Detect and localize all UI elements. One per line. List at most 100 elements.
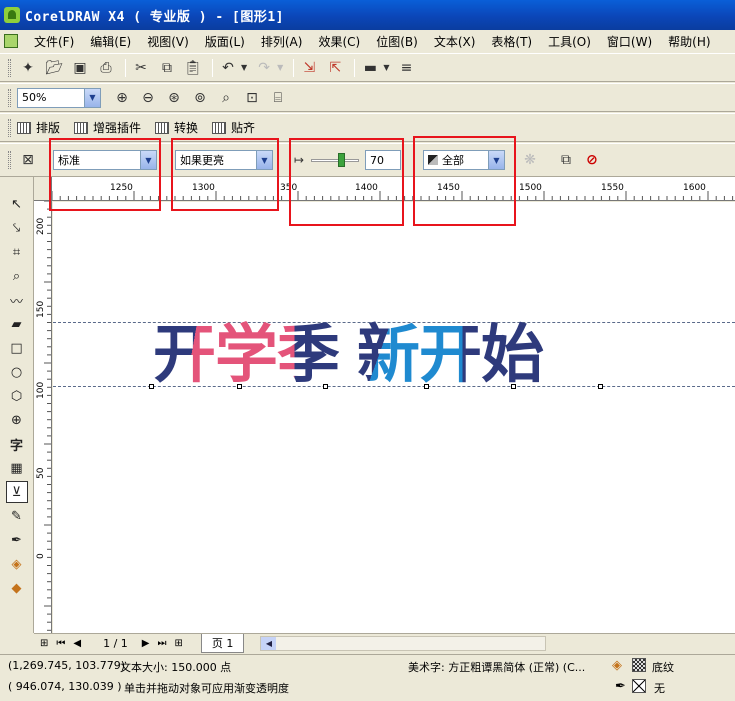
fill-tool-icon[interactable]: ◈ — [6, 553, 28, 575]
paste-icon[interactable]: 📋︎ — [182, 57, 204, 79]
menu-file[interactable]: 文件(F) — [34, 33, 74, 50]
text-tool-icon[interactable]: 字 — [6, 433, 28, 455]
export-icon[interactable]: ⇱ — [324, 57, 346, 79]
polygon-tool-icon[interactable]: ⬡ — [6, 385, 28, 407]
menu-bitmaps[interactable]: 位图(B) — [376, 33, 418, 50]
menu-arrange[interactable]: 排列(A) — [261, 33, 303, 50]
shape-tool-icon[interactable]: ⤥ — [6, 217, 28, 239]
enhance-plugin-icon — [74, 121, 89, 134]
redo-icon[interactable]: ↷ — [253, 57, 275, 79]
scroll-left-icon[interactable]: ◀ — [261, 637, 277, 650]
selection-handle[interactable] — [511, 384, 516, 389]
horizontal-scrollbar[interactable]: ◀ — [260, 636, 547, 651]
menu-table[interactable]: 表格(T) — [491, 33, 532, 50]
eyedropper-tool-icon[interactable]: ✎ — [6, 505, 28, 527]
redo-dropdown-icon[interactable]: ▼ — [277, 63, 283, 72]
document-icon[interactable] — [4, 34, 18, 48]
selection-handle[interactable] — [598, 384, 603, 389]
previous-page-icon[interactable]: ◀ — [73, 638, 81, 649]
application-launcher-icon[interactable]: ▬ — [359, 57, 381, 79]
toolbar-grip[interactable] — [8, 88, 11, 107]
menu-effects[interactable]: 效果(C) — [318, 33, 360, 50]
fill-label: 底纹 — [652, 661, 674, 674]
enhance-plugin-button[interactable]: 增强插件 — [74, 119, 141, 136]
toolbar-grip[interactable] — [8, 118, 11, 137]
open-folder-icon[interactable]: 📂︎ — [43, 57, 65, 79]
menu-view[interactable]: 视图(V) — [147, 33, 189, 50]
basic-shapes-tool-icon[interactable]: ⊕ — [6, 409, 28, 431]
menu-tools[interactable]: 工具(O) — [548, 33, 591, 50]
import-icon[interactable]: ⇲ — [298, 57, 320, 79]
next-page-icon[interactable]: ▶ — [142, 638, 150, 649]
crop-tool-icon[interactable]: ⌗ — [6, 241, 28, 263]
interactive-fill-tool-icon[interactable]: ◆ — [6, 577, 28, 599]
zoom-level-value: 50% — [22, 91, 47, 104]
selection-handle[interactable] — [149, 384, 154, 389]
ruler-label: 200 — [36, 217, 46, 235]
highlight-box — [171, 138, 279, 211]
zoom-out-icon[interactable]: ⊖ — [137, 87, 159, 109]
launcher-dropdown-icon[interactable]: ▼ — [383, 63, 389, 72]
fill-swatch[interactable] — [632, 658, 646, 672]
toolbar-separator — [354, 58, 356, 77]
selection-handle[interactable] — [237, 384, 242, 389]
zoom-tool-icon[interactable]: ⌕ — [6, 265, 28, 287]
add-page-before-icon[interactable]: ⊞ — [40, 638, 48, 649]
zoom-selected-icon[interactable]: ⊛ — [163, 87, 185, 109]
undo-icon[interactable]: ↶ — [217, 57, 239, 79]
ruler-label: 1600 — [683, 183, 706, 193]
zoom-page-height-icon[interactable]: ⌸ — [267, 87, 289, 109]
outline-tool-icon[interactable]: ✒ — [6, 529, 28, 551]
menu-edit[interactable]: 编辑(E) — [90, 33, 131, 50]
smart-fill-tool-icon[interactable]: ▰ — [6, 313, 28, 335]
new-document-icon[interactable]: ✦ — [17, 57, 39, 79]
menu-layout[interactable]: 版面(L) — [205, 33, 245, 50]
zoom-page-icon[interactable]: ⌕ — [215, 87, 237, 109]
typeset-button[interactable]: 排版 — [17, 119, 60, 136]
outline-swatch[interactable] — [632, 679, 646, 693]
selection-handle[interactable] — [323, 384, 328, 389]
clear-transparency-icon[interactable]: ⊘ — [581, 149, 603, 171]
transparency-tool-icon[interactable]: ⊻ — [5, 481, 28, 503]
text-size-info: 文本大小: 150.000 点 — [120, 661, 232, 674]
pick-tool-icon[interactable]: ↖ — [6, 193, 28, 215]
toolbar-grip[interactable] — [8, 151, 11, 169]
last-page-icon[interactable]: ⏭ — [158, 638, 167, 649]
print-icon[interactable]: ⎙ — [95, 57, 117, 79]
drawing-canvas[interactable]: 开学季 新开始 — [53, 202, 735, 633]
table-tool-icon[interactable]: ▦ — [6, 457, 28, 479]
cut-icon[interactable]: ✂ — [130, 57, 152, 79]
page-navigator: ⊞ ⏮ ◀ 1 / 1 ▶ ⏭ ⊞ 页 1 ◀ — [34, 633, 735, 653]
freeze-icon[interactable]: ❋ — [519, 149, 541, 171]
menu-window[interactable]: 窗口(W) — [607, 33, 652, 50]
menu-text[interactable]: 文本(X) — [434, 33, 476, 50]
snap-button[interactable]: 贴齐 — [212, 119, 255, 136]
undo-dropdown-icon[interactable]: ▼ — [241, 63, 247, 72]
menu-help[interactable]: 帮助(H) — [668, 33, 710, 50]
status-hint: 单击并拖动对象可应用渐变透明度 — [124, 682, 289, 695]
first-page-icon[interactable]: ⏮ — [56, 638, 65, 649]
chevron-down-icon[interactable]: ▼ — [84, 88, 100, 107]
add-page-after-icon[interactable]: ⊞ — [175, 638, 183, 649]
page-tab[interactable]: 页 1 — [200, 634, 245, 653]
artistic-text-headline[interactable]: 开学季 新开始 — [153, 318, 544, 391]
zoom-level-combo[interactable]: 50% ▼ — [17, 87, 101, 108]
copy-icon[interactable]: ⧉ — [156, 57, 178, 79]
headline-char: 开 — [419, 318, 482, 391]
zoom-in-icon[interactable]: ⊕ — [111, 87, 133, 109]
vertical-ruler[interactable]: 200 150 100 50 0 — [34, 201, 52, 633]
options-icon[interactable]: ≡ — [395, 57, 417, 79]
freehand-tool-icon[interactable]: 〰 — [6, 289, 28, 311]
typeset-icon — [17, 121, 31, 134]
selection-handle[interactable] — [424, 384, 429, 389]
ruler-label: 1500 — [519, 183, 542, 193]
rectangle-tool-icon[interactable]: □ — [6, 337, 28, 359]
save-icon[interactable]: ▣ — [69, 57, 91, 79]
highlight-box — [413, 136, 516, 226]
zoom-page-width-icon[interactable]: ⊡ — [241, 87, 263, 109]
toolbar-grip[interactable] — [8, 58, 11, 77]
convert-button[interactable]: 转换 — [155, 119, 198, 136]
zoom-all-objects-icon[interactable]: ⊚ — [189, 87, 211, 109]
copy-transparency-icon[interactable]: ⧉ — [555, 149, 577, 171]
ellipse-tool-icon[interactable]: ○ — [6, 361, 28, 383]
